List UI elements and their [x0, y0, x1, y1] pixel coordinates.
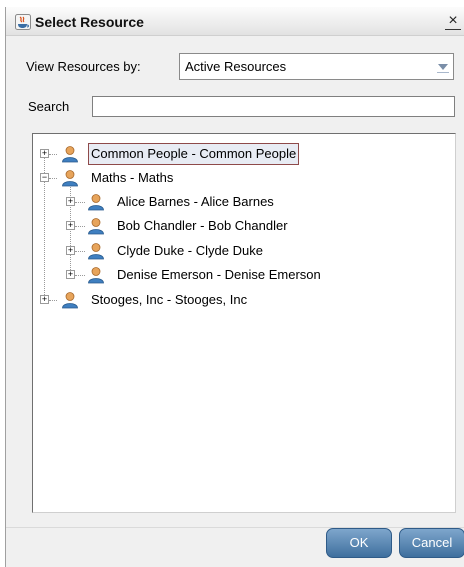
expand-icon[interactable]: + [66, 197, 75, 206]
tree-guide-line [75, 226, 85, 227]
tree-node-label[interactable]: Common People - Common People [88, 143, 300, 165]
expand-icon[interactable]: + [40, 295, 49, 304]
search-label: Search [28, 99, 70, 114]
expand-icon[interactable]: + [40, 149, 49, 158]
tree-node-label[interactable]: Bob Chandler - Bob Chandler [115, 215, 290, 237]
user-icon [87, 217, 105, 235]
user-icon [61, 145, 79, 163]
search-input[interactable] [92, 96, 455, 117]
user-icon [87, 242, 105, 260]
user-icon [61, 291, 79, 309]
chevron-down-icon [437, 64, 449, 73]
cancel-button[interactable]: Cancel [399, 528, 464, 558]
tree-node-label[interactable]: Denise Emerson - Denise Emerson [115, 264, 323, 286]
tree-node-label[interactable]: Stooges, Inc - Stooges, Inc [89, 289, 249, 311]
footer-divider [6, 527, 464, 528]
tree-guide-line [49, 178, 57, 179]
ok-button[interactable]: OK [326, 528, 392, 558]
expand-icon[interactable]: + [66, 246, 75, 255]
close-button[interactable]: × [445, 12, 461, 30]
view-resources-select[interactable]: Active Resources [179, 53, 454, 80]
java-app-icon [15, 14, 31, 30]
dialog-title: Select Resource [35, 14, 144, 30]
user-icon [87, 266, 105, 284]
user-icon [87, 193, 105, 211]
tree-guide-line [49, 300, 57, 301]
select-resource-dialog: Select Resource × View Resources by: Act… [5, 7, 464, 567]
tree-node-label[interactable]: Maths - Maths [89, 167, 175, 189]
tree-guide-line [75, 251, 85, 252]
collapse-icon[interactable]: − [40, 173, 49, 182]
title-bar[interactable]: Select Resource × [6, 7, 464, 36]
tree-guide-line [49, 154, 57, 155]
view-resources-label: View Resources by: [26, 59, 141, 74]
tree-node-label[interactable]: Clyde Duke - Clyde Duke [115, 240, 265, 262]
tree-node-label[interactable]: Alice Barnes - Alice Barnes [115, 191, 276, 213]
resource-tree[interactable]: + Common People - Common People − Maths … [32, 133, 456, 513]
tree-guide-line [75, 275, 85, 276]
expand-icon[interactable]: + [66, 221, 75, 230]
view-resources-selected-value: Active Resources [185, 59, 287, 74]
expand-icon[interactable]: + [66, 270, 75, 279]
user-icon [61, 169, 79, 187]
tree-guide-line [75, 202, 85, 203]
